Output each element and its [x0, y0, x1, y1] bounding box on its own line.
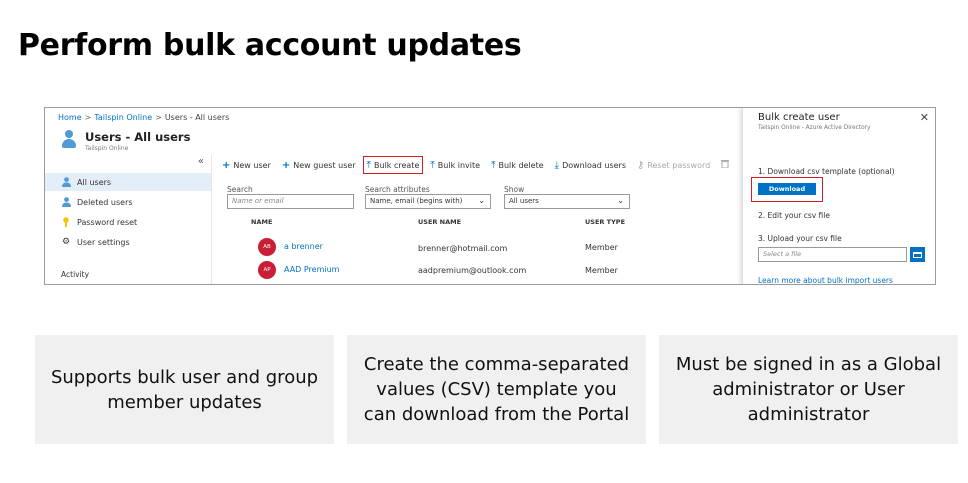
- download-highlight: Download: [751, 177, 823, 202]
- breadcrumb-tenant[interactable]: Tailspin Online: [94, 113, 152, 122]
- user-type: Member: [585, 243, 618, 252]
- user-name-link[interactable]: AAD Premium: [284, 265, 339, 274]
- sidebar-item-password-reset[interactable]: Password reset: [45, 213, 211, 231]
- breadcrumb: Home > Tailspin Online > Users - All users: [58, 113, 229, 122]
- sidebar-item-label: Deleted users: [77, 197, 133, 207]
- close-icon[interactable]: ✕: [920, 111, 929, 124]
- slide-title: Perform bulk account updates: [18, 28, 522, 63]
- step-upload-csv: 3. Upload your csv file: [758, 234, 842, 243]
- file-select-input[interactable]: Select a file: [758, 247, 907, 262]
- search-input[interactable]: Name or email: [227, 194, 354, 209]
- show-select[interactable]: All users ⌄: [504, 194, 630, 209]
- column-header-name[interactable]: NAME: [251, 218, 272, 226]
- upload-icon: ⤒: [430, 159, 435, 171]
- new-user-label: New user: [233, 160, 271, 170]
- column-header-username[interactable]: USER NAME: [418, 218, 461, 226]
- new-guest-user-label: New guest user: [293, 160, 356, 170]
- plus-icon: +: [222, 159, 231, 171]
- card-text-line: values (CSV) template you: [376, 379, 617, 400]
- blade-subtitle: Tailspin Online - Azure Active Directory: [758, 125, 871, 131]
- new-guest-user-button[interactable]: + New guest user: [282, 156, 356, 174]
- browse-folder-button[interactable]: [910, 247, 925, 262]
- bulk-delete-label: Bulk delete: [498, 160, 544, 170]
- avatar: AB: [258, 238, 276, 256]
- info-card-admin-required: Must be signed in as a Global administra…: [659, 335, 958, 444]
- breadcrumb-separator: >: [155, 113, 162, 122]
- card-text-line: member updates: [107, 391, 262, 413]
- card-text-line: Must be signed in as a Global: [675, 354, 942, 375]
- sidebar-item-label: All users: [77, 177, 112, 187]
- show-label: Show: [504, 185, 525, 194]
- download-users-button[interactable]: ⤓ Download users: [555, 156, 626, 174]
- show-value: All users: [509, 197, 539, 205]
- trash-icon: [721, 159, 730, 171]
- download-icon: ⤓: [554, 159, 560, 171]
- column-header-usertype[interactable]: USER TYPE: [585, 218, 625, 226]
- reset-password-button[interactable]: ⚷ Reset password: [637, 156, 710, 174]
- collapse-sidebar-icon[interactable]: «: [198, 156, 204, 167]
- card-text-line: Create the comma-separated: [363, 354, 630, 375]
- bulk-invite-button[interactable]: ⤒ Bulk invite: [430, 156, 480, 174]
- page-title: Users - All users: [85, 130, 191, 144]
- download-users-label: Download users: [562, 160, 627, 170]
- key-icon: [61, 217, 71, 227]
- chevron-down-icon: ⌄: [617, 196, 624, 205]
- step-download-template: 1. Download csv template (optional): [758, 167, 895, 176]
- deleted-user-icon: [61, 197, 71, 207]
- info-card-bulk-updates: Supports bulk user and group member upda…: [35, 335, 334, 444]
- delete-button[interactable]: [721, 156, 732, 174]
- search-label: Search: [227, 185, 253, 194]
- users-page-icon: [62, 130, 76, 148]
- user-username: brenner@hotmail.com: [418, 244, 508, 253]
- sidebar-section-activity: Activity: [61, 270, 90, 279]
- new-user-button[interactable]: + New user: [222, 156, 271, 174]
- avatar: AP: [258, 261, 276, 279]
- gear-icon: ⚙: [61, 237, 71, 247]
- card-text-line: Supports bulk user and group: [50, 366, 319, 388]
- download-button[interactable]: Download: [758, 183, 816, 195]
- sidebar-item-user-settings[interactable]: ⚙ User settings: [45, 233, 211, 251]
- card-text-line: administrator: [747, 404, 870, 425]
- avatar: [258, 284, 276, 285]
- portal-screenshot: Home > Tailspin Online > Users - All users U…: [44, 107, 936, 285]
- search-attributes-select[interactable]: Name, email (begins with) ⌄: [365, 194, 491, 209]
- info-card-csv-template: Create the comma-separated values (CSV) …: [347, 335, 646, 444]
- chevron-down-icon: ⌄: [478, 196, 485, 205]
- upload-icon: ⤒: [366, 159, 372, 171]
- plus-icon: +: [281, 159, 291, 171]
- user-username: aadpremium@outlook.com: [418, 266, 527, 275]
- blade-title: Bulk create user: [758, 112, 840, 123]
- bulk-create-label: Bulk create: [374, 160, 420, 170]
- card-text-line: can download from the Portal: [363, 404, 630, 425]
- search-attributes-value: Name, email (begins with): [370, 197, 463, 205]
- card-text-line: administrator or User: [712, 379, 905, 400]
- bulk-create-blade: Bulk create user Tailspin Online - Azure…: [742, 108, 935, 284]
- user-icon: [61, 177, 71, 187]
- user-name-link[interactable]: a brenner: [284, 242, 323, 251]
- breadcrumb-current: Users - All users: [164, 113, 230, 122]
- reset-password-label: Reset password: [647, 160, 711, 170]
- sidebar-item-label: Password reset: [77, 217, 138, 227]
- breadcrumb-home[interactable]: Home: [58, 113, 82, 122]
- command-bar: + New user + New guest user ⤒ Bulk create ⤒…: [222, 155, 748, 175]
- sidebar-item-deleted-users[interactable]: Deleted users: [45, 193, 211, 211]
- user-type: Member: [585, 266, 618, 275]
- breadcrumb-separator: >: [84, 113, 92, 122]
- upload-icon: ⤒: [491, 159, 496, 171]
- key-icon: ⚷: [637, 159, 645, 171]
- bulk-invite-label: Bulk invite: [437, 160, 481, 170]
- sidebar-item-label: User settings: [77, 237, 130, 247]
- bulk-delete-button[interactable]: ⤒ Bulk delete: [491, 156, 544, 174]
- search-attributes-label: Search attributes: [365, 185, 430, 194]
- sidebar: « All users Deleted users Password reset…: [45, 155, 212, 284]
- bulk-create-button[interactable]: ⤒ Bulk create: [362, 156, 424, 174]
- learn-more-link[interactable]: Learn more about bulk import users: [758, 276, 893, 284]
- step-edit-csv: 2. Edit your csv file: [758, 211, 830, 220]
- folder-icon: [913, 251, 922, 258]
- sidebar-item-all-users[interactable]: All users: [45, 173, 211, 191]
- page-subtitle: Tailspin Online: [85, 145, 129, 152]
